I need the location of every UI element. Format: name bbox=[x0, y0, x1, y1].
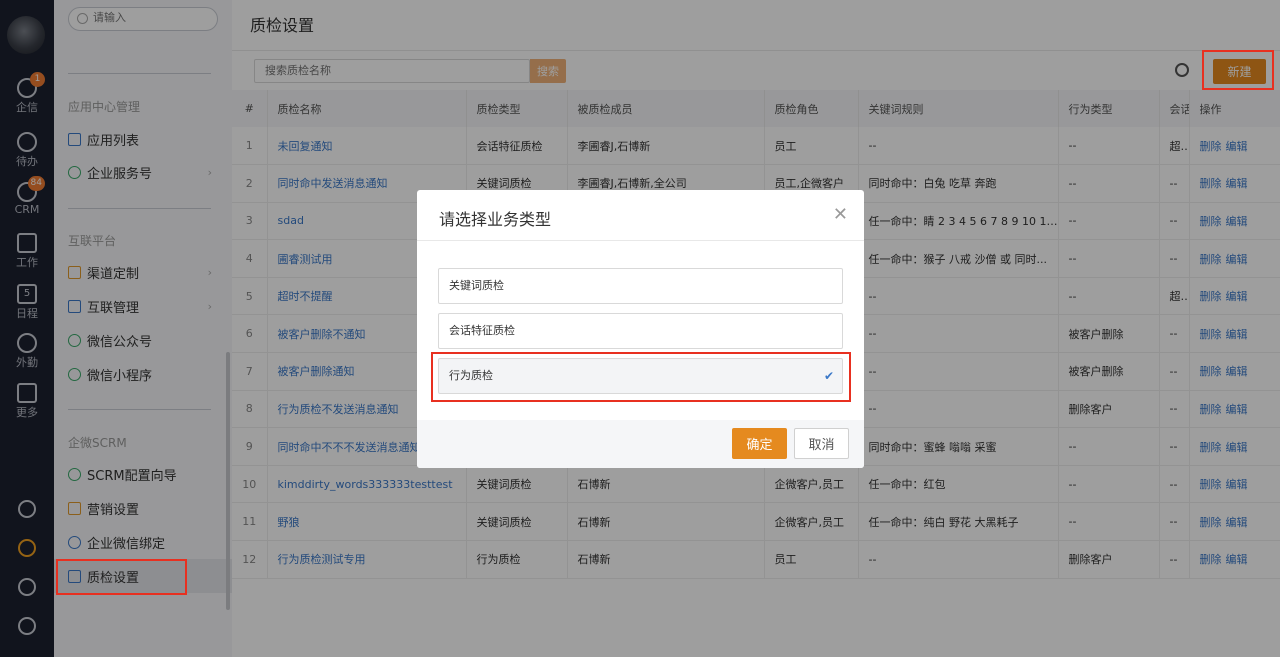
confirm-button[interactable]: 确定 bbox=[732, 428, 787, 459]
modal-title: 请选择业务类型 bbox=[439, 210, 552, 229]
option-session-check[interactable]: 会话特征质检 bbox=[438, 313, 843, 349]
divider bbox=[417, 240, 864, 241]
highlight-sidebar-item bbox=[56, 559, 187, 595]
modal-footer: 确定 取消 bbox=[417, 420, 864, 468]
highlight-selected-option bbox=[431, 352, 851, 402]
select-type-modal: 请选择业务类型 ✕ 关键词质检 会话特征质检 行为质检 ✔ 确定 取消 bbox=[417, 190, 864, 468]
highlight-new-button bbox=[1202, 50, 1274, 90]
cancel-button[interactable]: 取消 bbox=[794, 428, 849, 459]
option-keyword-check[interactable]: 关键词质检 bbox=[438, 268, 843, 304]
close-icon[interactable]: ✕ bbox=[833, 204, 848, 225]
